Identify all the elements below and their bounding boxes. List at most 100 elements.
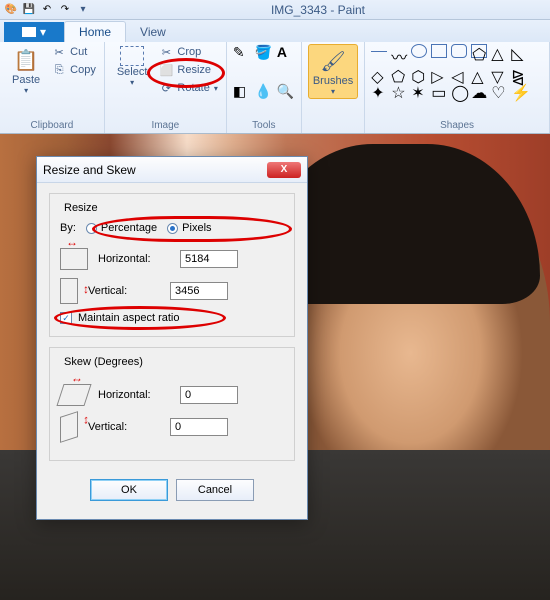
select-button[interactable]: Select▾ (111, 44, 154, 89)
shape-oval[interactable] (411, 44, 427, 58)
shape-line[interactable] (371, 51, 387, 65)
shape-heart[interactable]: ♡ (491, 83, 507, 97)
app-icon: 🎨 (4, 3, 18, 17)
radio-pixels[interactable]: Pixels (167, 222, 211, 234)
eraser-icon[interactable]: ◧ (233, 83, 251, 100)
select-icon (120, 46, 144, 66)
vertical-input[interactable] (170, 282, 228, 300)
copy-label: Copy (70, 64, 96, 76)
shape-roundrect[interactable] (451, 44, 467, 58)
redo-icon[interactable]: ↷ (58, 3, 72, 17)
vertical-label: Vertical: (88, 285, 160, 297)
resize-button[interactable]: ⬜ Resize (157, 62, 219, 78)
skew-h-icon (56, 384, 91, 406)
dialog-titlebar[interactable]: Resize and Skew X (37, 157, 307, 183)
shape-more1[interactable]: ⧎ (511, 67, 527, 81)
cut-label: Cut (70, 46, 87, 58)
file-tab[interactable]: ▾ (4, 22, 64, 42)
crop-button[interactable]: ✂Crop (157, 44, 219, 60)
shape-diamond[interactable]: ◇ (371, 67, 387, 81)
radio-percentage-dot (86, 223, 97, 234)
radio-pixels-dot (167, 223, 178, 234)
rotate-label: Rotate (177, 82, 209, 94)
shape-curve[interactable]: 〰 (391, 44, 407, 58)
pencil-icon[interactable]: ✎ (233, 44, 251, 61)
shape-callout-oval[interactable]: ◯ (451, 83, 467, 97)
horizontal-label: Horizontal: (98, 253, 170, 265)
skew-v-input[interactable] (170, 418, 228, 436)
text-icon[interactable]: A (277, 44, 295, 60)
resize-legend: Resize (60, 202, 102, 214)
undo-icon[interactable]: ↶ (40, 3, 54, 17)
copy-icon: ⎘ (52, 63, 66, 77)
group-image: Select▾ ✂Crop ⬜ Resize ⟳Rotate▾ Image (105, 42, 227, 133)
skew-fieldset: Skew (Degrees) Horizontal: Vertical: (49, 347, 295, 461)
close-button[interactable]: X (267, 162, 301, 178)
shape-star5[interactable]: ☆ (391, 83, 407, 97)
tab-home[interactable]: Home (64, 21, 126, 42)
group-clipboard: 📋Paste▾ ✂ Cut ⎘ Copy Clipboard (0, 42, 105, 133)
brushes-label: Brushes (313, 75, 353, 87)
tab-view[interactable]: View (126, 22, 180, 42)
shape-arrow-r[interactable]: ▷ (431, 67, 447, 81)
horizontal-input[interactable] (180, 250, 238, 268)
pixels-label: Pixels (182, 222, 211, 234)
shape-bolt[interactable]: ⚡ (511, 83, 527, 97)
resize-skew-dialog: Resize and Skew X Resize By: Percentage … (36, 156, 308, 520)
qat-dropdown-icon[interactable]: ▾ (76, 3, 90, 17)
brushes-button[interactable]: 🖌Brushes▾ (308, 44, 358, 99)
shape-arrow-u[interactable]: △ (471, 67, 487, 81)
percentage-label: Percentage (101, 222, 157, 234)
group-label-image: Image (111, 118, 220, 131)
shape-pent[interactable]: ⬠ (391, 67, 407, 81)
rotate-button[interactable]: ⟳Rotate▾ (157, 80, 219, 96)
select-label: Select (117, 66, 148, 78)
shape-star4[interactable]: ✦ (371, 83, 387, 97)
resize-fieldset: Resize By: Percentage Pixels Horizontal:… (49, 193, 295, 337)
copy-button[interactable]: ⎘ Copy (50, 62, 98, 78)
paste-label: Paste (12, 74, 40, 86)
group-label-clipboard: Clipboard (6, 118, 98, 131)
shape-star6[interactable]: ✶ (411, 83, 427, 97)
skew-v-icon (60, 411, 78, 443)
resize-icon: ⬜ (159, 63, 173, 77)
cut-icon: ✂ (52, 45, 66, 59)
resize-label: Resize (177, 64, 211, 76)
vertical-box-icon (60, 278, 78, 304)
aspect-checkbox[interactable]: ✓ (60, 312, 72, 324)
shape-arrow-l[interactable]: ◁ (451, 67, 467, 81)
magnifier-icon[interactable]: 🔍 (277, 83, 295, 100)
cut-button[interactable]: ✂ Cut (50, 44, 98, 60)
ribbon: 📋Paste▾ ✂ Cut ⎘ Copy Clipboard Select▾ ✂Cr… (0, 42, 550, 134)
horizontal-box-icon (60, 248, 88, 270)
shape-callout-rect[interactable]: ▭ (431, 83, 447, 97)
shape-arrow-d[interactable]: ▽ (491, 67, 507, 81)
shape-rtri[interactable]: ◺ (511, 44, 527, 58)
skew-h-input[interactable] (180, 386, 238, 404)
aspect-label: Maintain aspect ratio (78, 312, 180, 324)
group-label-shapes: Shapes (371, 118, 543, 131)
crop-icon: ✂ (159, 45, 173, 59)
shape-hex[interactable]: ⬡ (411, 67, 427, 81)
paste-button[interactable]: 📋Paste▾ (6, 44, 46, 97)
group-tools: ✎ 🪣 A ◧ 💧 🔍 Tools (227, 42, 302, 133)
shape-poly[interactable]: ⬠ (471, 44, 487, 58)
ok-button[interactable]: OK (90, 479, 168, 501)
cancel-button[interactable]: Cancel (176, 479, 254, 501)
title-bar: 🎨 💾 ↶ ↷ ▾ IMG_3343 - Paint (0, 0, 550, 20)
skew-legend: Skew (Degrees) (60, 356, 147, 368)
save-icon[interactable]: 💾 (22, 3, 36, 17)
shape-cloud[interactable]: ☁ (471, 83, 487, 97)
paste-icon: 📋 (12, 46, 40, 74)
radio-percentage[interactable]: Percentage (86, 222, 157, 234)
shape-rect[interactable] (431, 44, 447, 58)
window-title: IMG_3343 - Paint (90, 3, 546, 17)
shape-tri[interactable]: △ (491, 44, 507, 58)
picker-icon[interactable]: 💧 (255, 83, 273, 100)
group-shapes: 〰 ⬠ △ ◺ ◇ ⬠ ⬡ ▷ ◁ △ ▽ ⧎ ✦ ☆ ✶ ▭ ◯ ☁ ♡ ⚡ Shapes (365, 42, 550, 133)
skew-v-label: Vertical: (88, 421, 160, 433)
ribbon-tabs: ▾ Home View (0, 20, 550, 42)
skew-h-label: Horizontal: (98, 389, 170, 401)
fill-icon[interactable]: 🪣 (255, 44, 273, 61)
quick-access-toolbar: 🎨 💾 ↶ ↷ ▾ (4, 3, 90, 17)
